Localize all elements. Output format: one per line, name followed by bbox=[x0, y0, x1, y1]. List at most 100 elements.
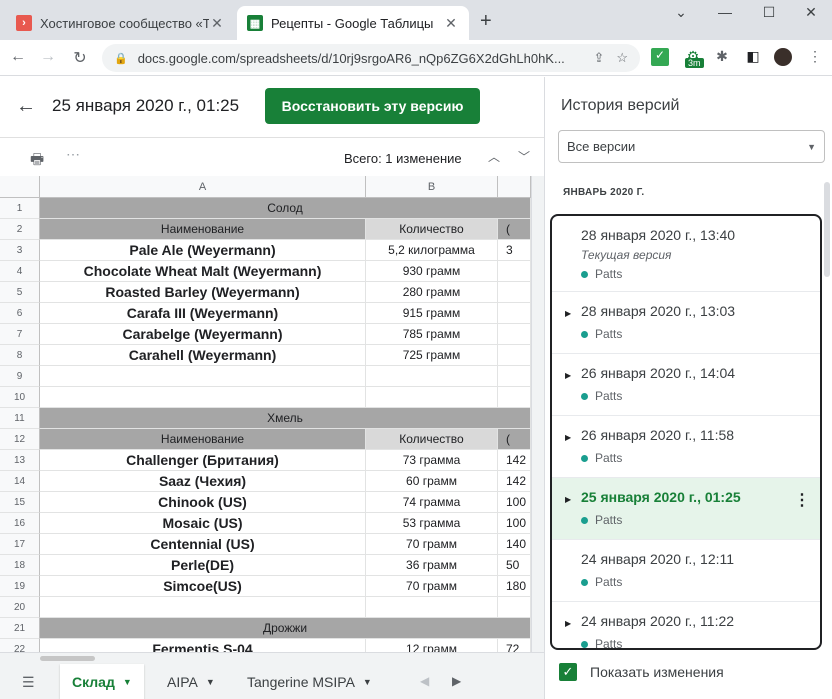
new-tab-icon[interactable]: + bbox=[480, 10, 492, 33]
browser-tab-hosting[interactable]: › Хостинговое сообщество «Time ✕ bbox=[6, 6, 235, 40]
cell-name[interactable] bbox=[40, 597, 366, 618]
expand-triangle-icon[interactable]: ▶ bbox=[565, 619, 571, 628]
cell-quantity[interactable]: 280 грамм bbox=[366, 282, 498, 303]
cell-quantity[interactable]: 70 грамм bbox=[366, 534, 498, 555]
row-number[interactable]: 3 bbox=[0, 240, 40, 261]
cell-extra[interactable]: 100 bbox=[498, 513, 531, 534]
forward-icon[interactable]: → bbox=[38, 48, 58, 66]
row-number[interactable]: 15 bbox=[0, 492, 40, 513]
maximize-icon[interactable]: ☐ bbox=[754, 4, 784, 21]
version-item[interactable]: ▶ 26 января 2020 г., 11:58 Patts bbox=[552, 416, 820, 478]
row-number[interactable]: 20 bbox=[0, 597, 40, 618]
row-number[interactable]: 1 bbox=[0, 198, 40, 219]
restore-version-button[interactable]: Восстановить эту версию bbox=[265, 88, 480, 124]
browser-menu-icon[interactable]: ⋮ bbox=[806, 48, 824, 66]
row-number[interactable]: 4 bbox=[0, 261, 40, 282]
section-title-cell[interactable]: Дрожжи bbox=[40, 618, 531, 639]
cell-name[interactable]: Carafa III (Weyermann) bbox=[40, 303, 366, 324]
cell-quantity[interactable]: 74 грамма bbox=[366, 492, 498, 513]
scroll-tabs-left-icon[interactable]: ◀ bbox=[420, 674, 429, 688]
version-more-icon[interactable]: ⋮ bbox=[794, 490, 810, 510]
cell-quantity[interactable]: 5,2 килограмма bbox=[366, 240, 498, 261]
cell-quantity[interactable]: 930 грамм bbox=[366, 261, 498, 282]
cell-quantity[interactable]: 53 грамма bbox=[366, 513, 498, 534]
expand-triangle-icon[interactable]: ▶ bbox=[565, 433, 571, 442]
side-panel-icon[interactable]: ◧ bbox=[744, 48, 762, 66]
sheet-tab-sklad[interactable]: Склад ▼ bbox=[60, 664, 144, 699]
cell-name[interactable]: Saaz (Чехия) bbox=[40, 471, 366, 492]
expand-triangle-icon[interactable]: ▶ bbox=[565, 371, 571, 380]
show-changes-toggle[interactable]: ✓ Показать изменения bbox=[559, 663, 724, 681]
cell-name[interactable]: Carahell (Weyermann) bbox=[40, 345, 366, 366]
version-item[interactable]: ▶ 26 января 2020 г., 14:04 Patts bbox=[552, 354, 820, 416]
sheet-tab-tangerine[interactable]: Tangerine MSIPA ▼ bbox=[235, 664, 384, 699]
cell-name[interactable]: Fermentis S-04 bbox=[40, 639, 366, 652]
browser-tab-sheets[interactable]: ▦ Рецепты - Google Таблицы ✕ bbox=[237, 6, 469, 40]
row-number[interactable]: 22 bbox=[0, 639, 40, 652]
cell-extra[interactable] bbox=[498, 324, 531, 345]
row-number[interactable]: 12 bbox=[0, 429, 40, 450]
row-number[interactable]: 6 bbox=[0, 303, 40, 324]
all-sheets-menu-icon[interactable]: ☰ bbox=[22, 674, 35, 691]
select-all-corner[interactable] bbox=[0, 176, 40, 198]
cell-extra[interactable]: 3 bbox=[498, 240, 531, 261]
cell-extra[interactable]: 142 bbox=[498, 471, 531, 492]
cell-quantity[interactable]: 70 грамм bbox=[366, 576, 498, 597]
row-number[interactable]: 19 bbox=[0, 576, 40, 597]
more-horiz-icon[interactable]: ⋯ bbox=[66, 146, 80, 163]
version-item[interactable]: ▶ 24 января 2020 г., 11:22 Patts bbox=[552, 602, 820, 648]
row-number[interactable]: 17 bbox=[0, 534, 40, 555]
back-arrow-icon[interactable]: ← bbox=[16, 95, 36, 118]
version-item[interactable]: 28 января 2020 г., 13:40 Текущая версия Pa… bbox=[552, 216, 820, 292]
profile-avatar[interactable] bbox=[774, 48, 792, 66]
grid-vertical-scrollbar[interactable] bbox=[531, 176, 544, 652]
version-item[interactable]: 24 января 2020 г., 12:11 Patts bbox=[552, 540, 820, 602]
cell-extra[interactable] bbox=[498, 345, 531, 366]
address-bar[interactable]: 🔒 docs.google.com/spreadsheets/d/10rj9sr… bbox=[102, 44, 640, 72]
cell-quantity[interactable] bbox=[366, 366, 498, 387]
print-icon[interactable]: 🖶 bbox=[30, 149, 44, 174]
spreadsheet-grid[interactable]: A B 1 Солод 2 Наименование Количество(3 Pale … bbox=[0, 176, 531, 652]
cell-extra[interactable]: 140 bbox=[498, 534, 531, 555]
cell-name[interactable]: Challenger (Британия) bbox=[40, 450, 366, 471]
cell-quantity[interactable]: 725 грамм bbox=[366, 345, 498, 366]
cell-name[interactable]: Pale Ale (Weyermann) bbox=[40, 240, 366, 261]
checkbox-checked-icon[interactable]: ✓ bbox=[559, 663, 577, 681]
version-item[interactable]: ▶ 25 января 2020 г., 01:25 Patts ⋮ bbox=[552, 478, 820, 540]
version-filter-select[interactable]: Все версии ▼ bbox=[558, 130, 825, 163]
cell-extra[interactable] bbox=[498, 303, 531, 324]
cell-extra[interactable]: 180 bbox=[498, 576, 531, 597]
cell-name[interactable]: Simcoe(US) bbox=[40, 576, 366, 597]
cell-extra[interactable] bbox=[498, 597, 531, 618]
expand-triangle-icon[interactable]: ▶ bbox=[565, 495, 571, 504]
cell-quantity[interactable]: 73 грамма bbox=[366, 450, 498, 471]
close-window-icon[interactable]: ✕ bbox=[796, 4, 826, 21]
cell-extra[interactable] bbox=[498, 366, 531, 387]
column-header-c[interactable] bbox=[498, 176, 531, 198]
cell-name[interactable]: Наименование bbox=[40, 219, 366, 240]
expand-triangle-icon[interactable]: ▶ bbox=[565, 309, 571, 318]
cell-name[interactable]: Chocolate Wheat Malt (Weyermann) bbox=[40, 261, 366, 282]
cell-extra[interactable]: 50 bbox=[498, 555, 531, 576]
cell-extra[interactable]: ( bbox=[498, 219, 531, 240]
cell-quantity[interactable]: 785 грамм bbox=[366, 324, 498, 345]
row-number[interactable]: 7 bbox=[0, 324, 40, 345]
minimize-icon[interactable]: — bbox=[710, 4, 740, 20]
row-number[interactable]: 14 bbox=[0, 471, 40, 492]
row-number[interactable]: 9 bbox=[0, 366, 40, 387]
cell-name[interactable]: Centennial (US) bbox=[40, 534, 366, 555]
cell-extra[interactable] bbox=[498, 282, 531, 303]
scroll-tabs-right-icon[interactable]: ▶ bbox=[452, 674, 461, 688]
section-title-cell[interactable]: Хмель bbox=[40, 408, 531, 429]
row-number[interactable]: 18 bbox=[0, 555, 40, 576]
bookmark-star-icon[interactable]: ☆ bbox=[616, 50, 628, 66]
row-number[interactable]: 10 bbox=[0, 387, 40, 408]
next-change-icon[interactable]: ﹀ bbox=[518, 148, 530, 165]
cell-name[interactable] bbox=[40, 366, 366, 387]
cell-quantity[interactable]: 36 грамм bbox=[366, 555, 498, 576]
back-icon[interactable]: ← bbox=[8, 48, 28, 66]
cell-extra[interactable]: 72 bbox=[498, 639, 531, 652]
cell-quantity[interactable]: 915 грамм bbox=[366, 303, 498, 324]
column-header-a[interactable]: A bbox=[40, 176, 366, 198]
cell-extra[interactable]: 142 bbox=[498, 450, 531, 471]
